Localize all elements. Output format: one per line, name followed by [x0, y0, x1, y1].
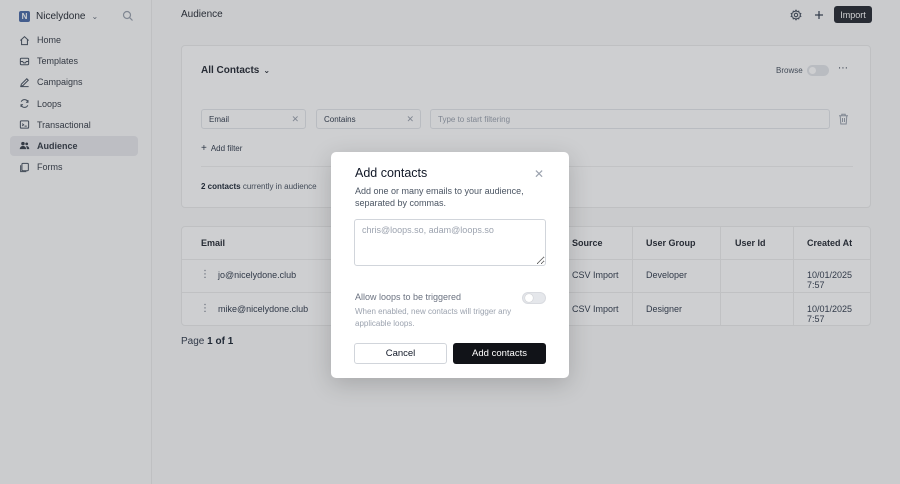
allow-loops-toggle[interactable] [522, 292, 546, 304]
add-contacts-modal: Add contacts ✕ Add one or many emails to… [331, 152, 569, 378]
emails-textarea[interactable] [354, 219, 546, 266]
cancel-button[interactable]: Cancel [354, 343, 447, 364]
modal-title: Add contacts [355, 166, 428, 180]
modal-description: Add one or many emails to your audience,… [355, 186, 524, 208]
close-icon[interactable]: ✕ [534, 167, 544, 181]
allow-loops-label: Allow loops to be triggered [355, 292, 462, 302]
allow-loops-help: When enabled, new contacts will trigger … [355, 307, 512, 328]
add-contacts-button[interactable]: Add contacts [453, 343, 546, 364]
